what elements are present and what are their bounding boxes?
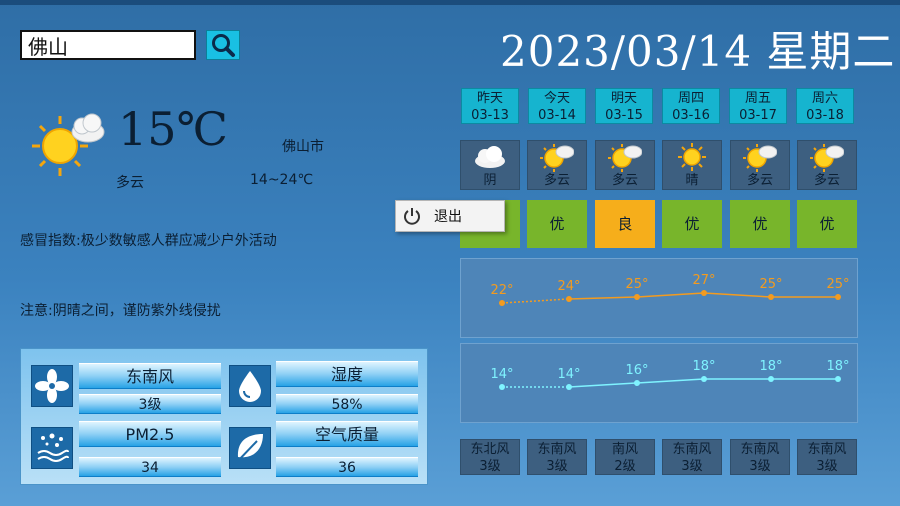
water-drop-icon [229, 365, 271, 407]
sun-cloud-icon [798, 141, 856, 173]
leaf-icon [229, 427, 271, 469]
sun-cloud-icon [596, 141, 654, 173]
data-label: 16° [625, 363, 648, 378]
fan-icon [31, 365, 73, 407]
day-wind: 东南风 3级 [527, 439, 587, 475]
pm25-icon [31, 427, 73, 469]
data-label: 14° [557, 367, 580, 382]
data-point [835, 294, 841, 300]
high-temp-line: 22° 24° 25° 27° 25° 25° [490, 273, 850, 306]
series-segment [501, 298, 570, 304]
detail-panel: 东南风 3级 湿度 58% PM2.5 34 空气质量 36 [20, 348, 428, 485]
sun-icon [663, 141, 721, 173]
data-label: 22° [490, 283, 513, 298]
data-label: 25° [625, 277, 648, 292]
data-point [768, 294, 774, 300]
data-point [701, 290, 707, 296]
day-header: 周六 03-18 [796, 88, 854, 124]
data-label: 24° [557, 279, 580, 294]
low-temp-chart: 14° 14° 16° 18° 18° 18° [460, 343, 858, 423]
pm25-value: 34 [79, 457, 221, 477]
aqi-badge: 优 [662, 200, 722, 248]
air-quality-value: 36 [276, 457, 418, 477]
data-label: 18° [692, 359, 715, 374]
air-quality-label: 空气质量 [276, 421, 418, 447]
day-wind: 东北风 3级 [460, 439, 520, 475]
wind-level-value: 3级 [79, 394, 221, 414]
data-point [835, 376, 841, 382]
day-condition: 阴 [460, 140, 520, 190]
series-segment [568, 382, 638, 388]
day-header: 昨天 03-13 [461, 88, 519, 124]
day-header: 今天 03-14 [528, 88, 586, 124]
day-condition: 晴 [662, 140, 722, 190]
window-top-border [0, 0, 900, 5]
cold-index-text: 感冒指数:极少数敏感人群应减少户外活动 [20, 233, 277, 249]
temperature-range: 14~24℃ [250, 172, 314, 188]
search-button[interactable] [206, 30, 240, 60]
city-search-input[interactable] [20, 30, 196, 60]
aqi-badge: 优 [527, 200, 587, 248]
wind-direction-label: 东南风 [79, 363, 221, 389]
data-point [499, 300, 505, 306]
data-point [634, 294, 640, 300]
humidity-label: 湿度 [276, 361, 418, 387]
data-point [499, 384, 505, 390]
day-header: 周四 03-16 [662, 88, 720, 124]
series-segment [636, 378, 705, 384]
data-point [566, 296, 572, 302]
low-temp-line: 14° 14° 16° 18° 18° 18° [490, 359, 850, 390]
aqi-badge: 良 [595, 200, 655, 248]
data-point [634, 380, 640, 386]
data-label: 25° [759, 277, 782, 292]
sun-cloud-icon [30, 110, 110, 184]
data-label: 18° [826, 359, 849, 374]
day-condition: 多云 [527, 140, 587, 190]
series-segment [636, 292, 705, 298]
day-condition: 多云 [730, 140, 790, 190]
series-segment [703, 292, 772, 298]
data-label: 25° [826, 277, 849, 292]
aqi-badge: 优 [797, 200, 857, 248]
day-wind: 南风 2级 [595, 439, 655, 475]
day-header: 明天 03-15 [595, 88, 653, 124]
day-condition: 多云 [595, 140, 655, 190]
humidity-value: 58% [276, 394, 418, 414]
aqi-badge: 优 [730, 200, 790, 248]
data-label: 27° [692, 273, 715, 288]
sun-cloud-icon [731, 141, 789, 173]
high-temp-chart: 22° 24° 25° 27° 25° 25° [460, 258, 858, 338]
exit-menu-item[interactable]: 退出 [434, 206, 462, 226]
context-menu-exit[interactable]: 退出 [395, 200, 505, 232]
day-wind: 东南风 3级 [662, 439, 722, 475]
power-icon [404, 208, 420, 225]
current-temperature: 15℃ [118, 102, 228, 156]
day-header: 周五 03-17 [729, 88, 787, 124]
search-icon [212, 34, 235, 57]
day-wind: 东南风 3级 [797, 439, 857, 475]
data-point [566, 384, 572, 390]
cloud-icon [461, 141, 519, 173]
pm25-label: PM2.5 [79, 421, 221, 447]
current-city: 佛山市 [282, 139, 324, 155]
day-wind: 东南风 3级 [730, 439, 790, 475]
day-condition: 多云 [797, 140, 857, 190]
date-title: 2023/03/14 星期二 [500, 27, 896, 76]
data-point [768, 376, 774, 382]
current-condition: 多云 [116, 175, 144, 191]
data-label: 18° [759, 359, 782, 374]
sun-cloud-icon [528, 141, 586, 173]
data-point [701, 376, 707, 382]
data-label: 14° [490, 367, 513, 382]
notice-text: 注意:阴晴之间，谨防紫外线侵扰 [20, 303, 221, 319]
series-segment [568, 296, 638, 300]
